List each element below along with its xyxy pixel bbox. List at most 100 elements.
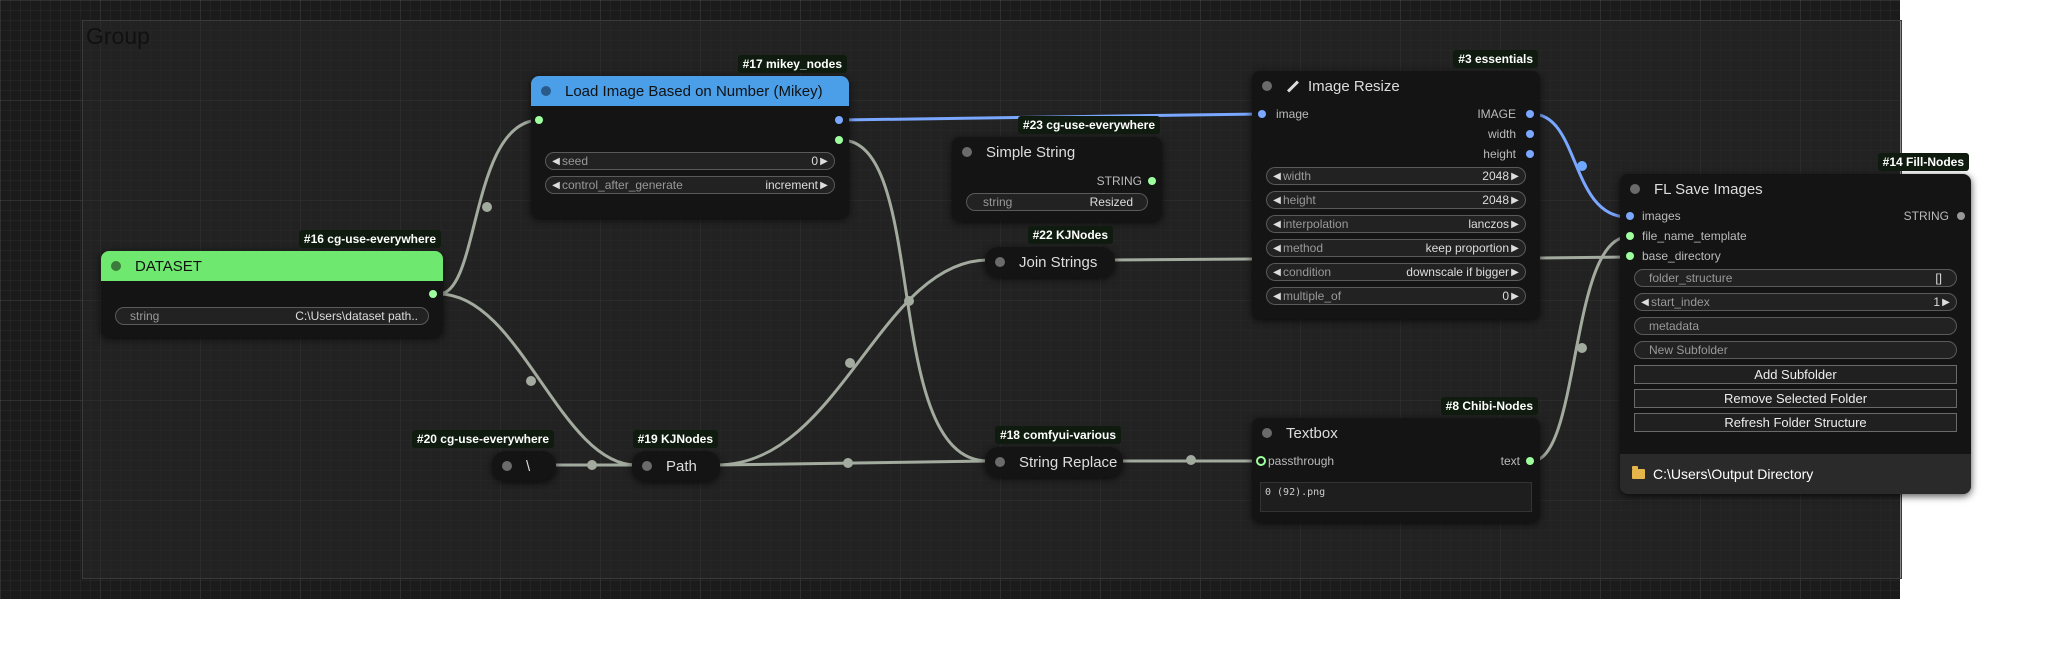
increment-arrow[interactable]: ▶ [1940, 297, 1952, 308]
output-slot-image[interactable] [1526, 110, 1534, 118]
node-title: Join Strings [1019, 253, 1098, 271]
reroute-dot[interactable] [587, 460, 597, 470]
collapse-dot[interactable] [995, 257, 1005, 267]
add-subfolder-button[interactable]: Add Subfolder [1634, 365, 1957, 384]
collapse-dot[interactable] [642, 461, 652, 471]
increment-arrow[interactable]: ▶ [818, 156, 830, 167]
increment-arrow[interactable]: ▶ [1509, 267, 1521, 278]
node-join-strings[interactable]: #22 KJNodes Join Strings [985, 226, 1115, 277]
metadata-field[interactable]: metadata [1634, 317, 1957, 335]
reroute-dot[interactable] [1577, 161, 1587, 171]
node-backslash[interactable]: #20 cg-use-everywhere \ [411, 430, 556, 481]
collapse-dot[interactable] [541, 86, 551, 96]
increment-arrow[interactable]: ▶ [1509, 171, 1521, 182]
collapse-dot[interactable] [962, 147, 972, 157]
width-widget[interactable]: ◀ width 2048 ▶ [1266, 167, 1526, 185]
new-subfolder-field[interactable]: New Subfolder [1634, 341, 1957, 359]
node-fl-save-images[interactable]: #14 Fill-Nodes FL Save Images images STR… [1620, 153, 1971, 494]
start-index-widget[interactable]: ◀ start_index 1 ▶ [1634, 293, 1957, 311]
text-area[interactable]: 0 (92).png [1260, 482, 1532, 512]
height-widget[interactable]: ◀ height 2048 ▶ [1266, 191, 1526, 209]
node-image-resize[interactable]: #3 essentials Image Resize image IMAGE w… [1252, 50, 1540, 319]
decrement-arrow[interactable]: ◀ [1271, 291, 1283, 302]
input-slot[interactable] [535, 116, 543, 124]
collapse-dot[interactable] [111, 261, 121, 271]
reroute-dot[interactable] [1577, 343, 1587, 353]
output-slot-text[interactable] [1526, 457, 1534, 465]
collapse-dot[interactable] [1630, 184, 1640, 194]
collapse-dot[interactable] [1262, 81, 1272, 91]
increment-arrow[interactable]: ▶ [1509, 243, 1521, 254]
node-dataset[interactable]: #16 cg-use-everywhere DATASET string C:\… [101, 230, 443, 337]
node-badge: #19 KJNodes [632, 430, 718, 448]
increment-arrow[interactable]: ▶ [1509, 291, 1521, 302]
node-title: \ [526, 457, 531, 475]
string-widget[interactable]: string Resized [966, 193, 1148, 211]
output-slot[interactable] [429, 290, 437, 298]
remove-selected-folder-button[interactable]: Remove Selected Folder [1634, 389, 1957, 408]
node-badge: #17 mikey_nodes [737, 55, 847, 73]
condition-widget[interactable]: ◀ condition downscale if bigger ▶ [1266, 263, 1526, 281]
collapse-dot[interactable] [502, 461, 512, 471]
input-slot-images[interactable] [1626, 212, 1634, 220]
reroute-dot[interactable] [843, 458, 853, 468]
input-slot-passthrough[interactable] [1256, 456, 1266, 466]
node-title: FL Save Images [1654, 180, 1763, 198]
node-simple-string[interactable]: #23 cg-use-everywhere Simple String STRI… [952, 116, 1162, 221]
output-directory-footer[interactable]: C:\Users\Output Directory [1620, 454, 1971, 494]
input-label-file-name-template: file_name_template [1642, 229, 1747, 243]
output-label-height: height [1483, 147, 1516, 161]
decrement-arrow[interactable]: ◀ [550, 180, 562, 191]
reroute-dot[interactable] [845, 358, 855, 368]
reroute-dot[interactable] [526, 376, 536, 386]
reroute-dot[interactable] [1186, 455, 1196, 465]
input-slot-base-directory[interactable] [1626, 252, 1634, 260]
reroute-dot[interactable] [482, 202, 492, 212]
output-slot-string[interactable] [1957, 212, 1965, 220]
node-title: Image Resize [1308, 77, 1400, 95]
seed-widget[interactable]: ◀ seed 0 ▶ [545, 152, 835, 170]
folder-icon [1632, 466, 1645, 479]
input-label-images: images [1642, 209, 1681, 223]
decrement-arrow[interactable]: ◀ [1271, 171, 1283, 182]
node-badge: #14 Fill-Nodes [1877, 153, 1969, 171]
pencil-icon [1286, 79, 1300, 93]
node-badge: #18 comfyui-various [994, 426, 1121, 444]
node-title: DATASET [135, 257, 202, 275]
refresh-folder-structure-button[interactable]: Refresh Folder Structure [1634, 413, 1957, 432]
decrement-arrow[interactable]: ◀ [1271, 219, 1283, 230]
collapse-dot[interactable] [995, 457, 1005, 467]
output-slot[interactable] [1148, 177, 1156, 185]
increment-arrow[interactable]: ▶ [1509, 195, 1521, 206]
node-badge: #16 cg-use-everywhere [298, 230, 441, 248]
node-title: Textbox [1286, 424, 1338, 442]
decrement-arrow[interactable]: ◀ [1271, 267, 1283, 278]
input-label-base-directory: base_directory [1642, 249, 1721, 263]
increment-arrow[interactable]: ▶ [1509, 219, 1521, 230]
decrement-arrow[interactable]: ◀ [550, 156, 562, 167]
node-textbox[interactable]: #8 Chibi-Nodes Textbox passthrough text … [1252, 397, 1540, 522]
node-path[interactable]: #19 KJNodes Path [632, 430, 720, 481]
interpolation-widget[interactable]: ◀ interpolation lanczos ▶ [1266, 215, 1526, 233]
input-slot-image[interactable] [1258, 110, 1266, 118]
decrement-arrow[interactable]: ◀ [1639, 297, 1651, 308]
output-slot-int[interactable] [835, 136, 843, 144]
reroute-dot[interactable] [904, 296, 914, 306]
string-widget[interactable]: string C:\Users\dataset path.. [115, 307, 429, 325]
decrement-arrow[interactable]: ◀ [1271, 243, 1283, 254]
collapse-dot[interactable] [1262, 428, 1272, 438]
control-after-generate-widget[interactable]: ◀ control_after_generate increment ▶ [545, 176, 835, 194]
input-label: image [1276, 107, 1309, 121]
output-label-width: width [1487, 127, 1516, 141]
input-slot-file-name-template[interactable] [1626, 232, 1634, 240]
output-slot-image[interactable] [835, 116, 843, 124]
multiple-of-widget[interactable]: ◀ multiple_of 0 ▶ [1266, 287, 1526, 305]
increment-arrow[interactable]: ▶ [818, 180, 830, 191]
output-slot-width[interactable] [1526, 130, 1534, 138]
method-widget[interactable]: ◀ method keep proportion ▶ [1266, 239, 1526, 257]
output-slot-height[interactable] [1526, 150, 1534, 158]
decrement-arrow[interactable]: ◀ [1271, 195, 1283, 206]
node-load-image[interactable]: #17 mikey_nodes Load Image Based on Numb… [531, 55, 849, 218]
folder-structure-widget[interactable]: folder_structure [] [1634, 269, 1957, 287]
node-string-replace[interactable]: #18 comfyui-various String Replace [985, 426, 1123, 477]
